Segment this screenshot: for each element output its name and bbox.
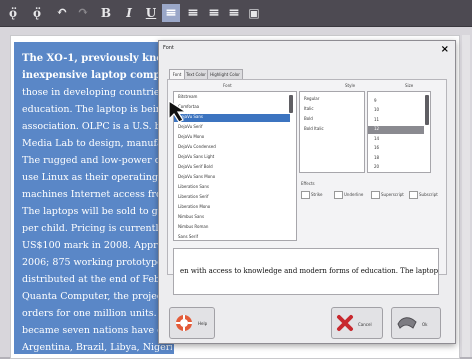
help-icon: [176, 315, 192, 331]
bold-icon[interactable]: B: [99, 4, 113, 22]
cancel-button[interactable]: Cancel: [331, 307, 383, 339]
style-list-item[interactable]: Regular: [304, 96, 319, 101]
align-center-icon[interactable]: ≡: [185, 4, 201, 22]
help-button[interactable]: Help: [169, 307, 215, 339]
document-line: The rugged and low-power com: [22, 155, 172, 166]
undo-icon[interactable]: ↶: [55, 4, 69, 22]
cancel-icon: [337, 315, 353, 331]
effect-checkbox-label: Superscript: [381, 192, 404, 197]
redo-icon[interactable]: ↷: [76, 4, 90, 22]
effect-checkbox[interactable]: [334, 191, 343, 199]
font-list-item[interactable]: DejaVu Sans Mono: [178, 174, 215, 179]
document-line: per child. Pricing is currently e: [22, 223, 172, 234]
size-list-item[interactable]: 12: [374, 126, 379, 131]
increase-font-icon[interactable]: ǫ̈: [6, 4, 20, 22]
font-list-item[interactable]: Sans Serif: [178, 234, 198, 239]
style-list-item[interactable]: Italic: [304, 106, 314, 111]
size-list-item[interactable]: 20: [374, 164, 379, 169]
document-line: The laptops will be sold to gove: [22, 206, 172, 217]
font-list-item[interactable]: Liberation Sans: [178, 184, 209, 189]
size-list-item[interactable]: 18: [374, 155, 379, 160]
ok-button[interactable]: Ok: [391, 307, 441, 339]
size-list-item[interactable]: 9: [374, 98, 377, 103]
document-line: The XO-1, previously known: [22, 53, 172, 64]
size-list-scrollbar[interactable]: [425, 95, 429, 125]
document-line: US$100 mark in 2008. Approx: [22, 240, 169, 251]
font-list-item[interactable]: Nimbus Sans: [178, 214, 204, 219]
ok-button-label: Ok: [422, 322, 428, 327]
effect-checkbox[interactable]: [301, 191, 310, 199]
font-list-item[interactable]: DejaVu Serif: [178, 124, 203, 129]
effect-checkbox[interactable]: [409, 191, 418, 199]
style-column-header: Style: [345, 83, 356, 88]
size-list-item[interactable]: 10: [374, 107, 379, 112]
font-list-item[interactable]: Liberation Mono: [178, 204, 210, 209]
font-list-item[interactable]: DejaVu Condensed: [178, 144, 216, 149]
size-list[interactable]: 8 9 10 11 12 14 16 18 20: [367, 91, 431, 173]
effect-checkbox-label: Strike: [311, 192, 323, 197]
effect-checkbox[interactable]: [371, 191, 380, 199]
mouse-pointer-icon: [168, 99, 189, 123]
document-line: inexpensive laptop computer: [22, 70, 172, 81]
document-line: orders for one million units. Th: [22, 308, 172, 319]
font-list-item[interactable]: Nimbus Roman: [178, 224, 208, 229]
style-list[interactable]: Regular Italic Bold Bold Italic: [299, 91, 365, 173]
effect-checkbox-label: Subscript: [419, 192, 438, 197]
document-line: Quanta Computer, the project's: [22, 291, 172, 302]
document-scrollbar[interactable]: [462, 35, 470, 357]
dialog-title: Font: [163, 45, 174, 51]
font-list-scrollbar[interactable]: [289, 95, 293, 113]
underline-icon[interactable]: U: [144, 4, 158, 22]
justify-icon[interactable]: ≡: [226, 4, 242, 22]
document-line: education. The laptop is being d: [22, 104, 172, 115]
font-list-item[interactable]: DejaVu Serif Bold: [178, 164, 213, 169]
document-line: use Linux as their operating sys: [22, 172, 172, 183]
font-preview: en with access to knowledge and modern f…: [173, 248, 439, 295]
effects-label: Effects: [301, 181, 315, 186]
size-list-item[interactable]: 8: [374, 92, 377, 93]
ok-icon: [397, 317, 417, 329]
align-right-icon[interactable]: ≡: [206, 4, 222, 22]
close-icon[interactable]: ×: [441, 44, 449, 55]
help-button-label: Help: [198, 321, 208, 326]
insert-image-icon[interactable]: ▣: [246, 4, 262, 22]
document-line: machines Internet access from: [22, 189, 171, 200]
document-line: Media Lab to design, manufact: [22, 138, 172, 149]
preview-text: en with access to knowledge and modern f…: [180, 267, 439, 275]
decrease-font-icon[interactable]: ǫ̈: [30, 4, 44, 22]
effect-checkbox-label: Underline: [344, 192, 364, 197]
style-list-item[interactable]: Bold Italic: [304, 126, 324, 131]
document-line: distributed at the end of Februa: [22, 274, 172, 285]
font-list-item[interactable]: DejaVu Sans Light: [178, 154, 214, 159]
tab-font[interactable]: Font: [169, 69, 185, 79]
style-list-item[interactable]: Bold: [304, 116, 313, 121]
italic-icon[interactable]: I: [122, 4, 136, 22]
tab-highlight-color[interactable]: Highlight Color: [207, 69, 243, 79]
cancel-button-label: Cancel: [358, 322, 372, 327]
tab-text-color[interactable]: Text Color: [184, 69, 208, 79]
font-column-header: Font: [223, 83, 232, 88]
document-line: Argentina, Brazil, Libya, Nigeri: [22, 342, 172, 353]
font-list[interactable]: Bitstream Comfortaa DejaVu Sans DejaVu Seri…: [173, 91, 297, 241]
size-column-header: Size: [405, 83, 414, 88]
document-line: those in developing countries, w: [22, 87, 172, 98]
align-left-icon[interactable]: ≡: [162, 4, 180, 22]
font-list-item[interactable]: Liberation Serif: [178, 194, 209, 199]
font-dialog: Font × Font Text Color Highlight Color F…: [158, 40, 456, 344]
document-line: association. OLPC is a U.S. ba: [22, 121, 167, 132]
font-list-item[interactable]: DejaVu Mono: [178, 134, 204, 139]
size-list-item[interactable]: 14: [374, 136, 379, 141]
document-line: 2006; 875 working prototypes (: [22, 257, 172, 268]
document-line: became seven nations have co: [22, 325, 169, 336]
size-list-item[interactable]: 11: [374, 117, 379, 122]
formatting-toolbar: ǫ̈ ǫ̈ ↶ ↷ B I U ≡ ≡ ≡ ≡ ▣: [0, 0, 472, 27]
size-list-item[interactable]: 16: [374, 145, 379, 150]
